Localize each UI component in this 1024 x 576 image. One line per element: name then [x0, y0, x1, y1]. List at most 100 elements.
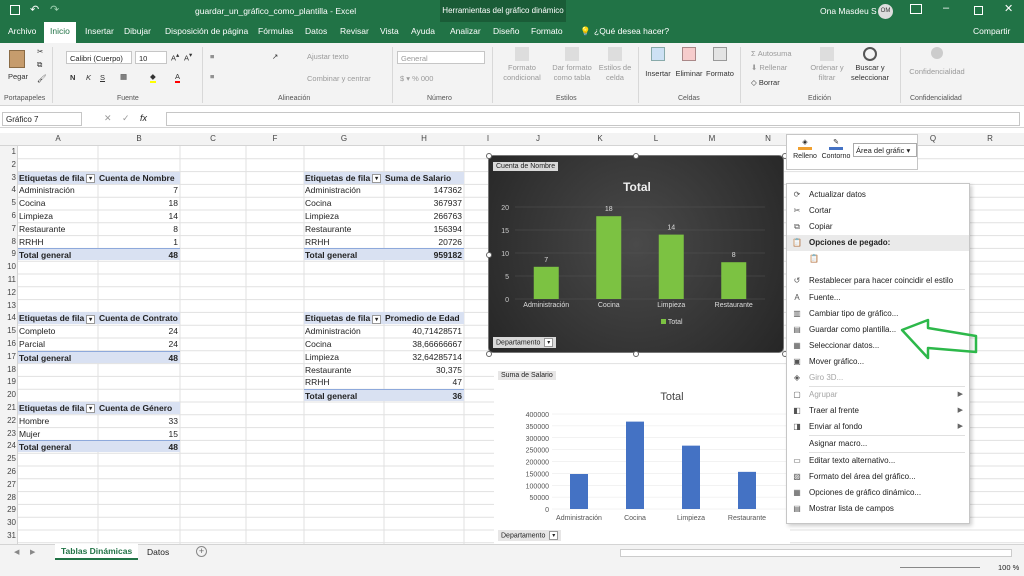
column-header[interactable]: B	[98, 134, 180, 143]
row-header[interactable]: 30	[0, 518, 18, 527]
row-header[interactable]: 4	[0, 185, 18, 194]
filter-dropdown-icon[interactable]: ▾	[372, 314, 382, 324]
row-header[interactable]: 20	[0, 390, 18, 399]
row-header[interactable]: 3	[0, 173, 18, 182]
align-top-icon[interactable]: ≡	[210, 52, 214, 61]
row-header[interactable]: 9	[0, 249, 18, 258]
bar[interactable]	[626, 421, 644, 509]
paste-icon[interactable]	[9, 50, 25, 68]
axis-button-departamento[interactable]: Departamento ▾	[493, 337, 557, 348]
undo-icon[interactable]: ↶	[30, 3, 39, 16]
menu-item-clipboard[interactable]: 📋	[787, 251, 969, 273]
conditional-format-button[interactable]: Formato condicional	[498, 47, 546, 83]
menu-item-alt-text[interactable]: ▭ Editar texto alternativo...	[787, 453, 969, 469]
menu-item-paste[interactable]: 📋 Opciones de pegado:	[787, 235, 969, 251]
bold-button[interactable]: N	[70, 73, 75, 82]
row-header[interactable]: 11	[0, 275, 18, 284]
menu-item-rotate[interactable]: ◈ Giro 3D...	[787, 370, 969, 386]
row-header[interactable]: 8	[0, 237, 18, 246]
bar[interactable]	[596, 216, 622, 299]
column-header[interactable]: C	[180, 134, 246, 143]
outline-button[interactable]: ✎ Contorno	[820, 138, 852, 160]
tab-diseno[interactable]: Diseño	[493, 26, 519, 36]
tab-insertar[interactable]: Insertar	[85, 26, 114, 36]
bar[interactable]	[658, 234, 684, 299]
add-sheet-icon[interactable]: +	[196, 546, 207, 557]
menu-item-cut[interactable]: ✂ Cortar	[787, 203, 969, 219]
prev-sheet-icon[interactable]: ◀	[14, 548, 19, 556]
horizontal-scrollbar[interactable]	[620, 549, 1012, 557]
shrink-font-icon[interactable]: A▾	[184, 52, 192, 63]
delete-cells-button[interactable]: Eliminar	[673, 47, 705, 78]
row-header[interactable]: 21	[0, 403, 18, 412]
row-header[interactable]: 29	[0, 505, 18, 514]
sheet-tab[interactable]: Datos	[147, 547, 169, 557]
table-format-button[interactable]: Dar formato como tabla	[548, 47, 596, 83]
tab-archivo[interactable]: Archivo	[8, 26, 36, 36]
ribbon-display-icon[interactable]	[910, 4, 922, 14]
save-icon[interactable]	[10, 5, 20, 15]
column-header[interactable]: N	[760, 134, 776, 143]
italic-button[interactable]: K	[86, 73, 91, 82]
zoom-slider[interactable]	[900, 567, 980, 568]
align-left-icon[interactable]: ≡	[210, 72, 214, 81]
row-header[interactable]: 1	[0, 147, 18, 156]
chart-element-select[interactable]: Área del gráfic ▾	[853, 143, 917, 157]
fill-color-icon[interactable]: ◆	[150, 72, 156, 83]
row-header[interactable]: 26	[0, 467, 18, 476]
menu-item-group[interactable]: ▢ Agrupar ▶	[787, 387, 969, 403]
column-header[interactable]: A	[18, 134, 98, 143]
menu-item-copy[interactable]: ⧉ Copiar	[787, 219, 969, 235]
menu-item-pivot-options[interactable]: ▦ Opciones de gráfico dinámico...	[787, 485, 969, 501]
menu-item-field-list[interactable]: ▤ Mostrar lista de campos	[787, 501, 969, 517]
bar[interactable]	[738, 471, 756, 509]
row-header[interactable]: 10	[0, 262, 18, 271]
bar[interactable]	[570, 474, 588, 509]
tell-me-search[interactable]: ¿Qué desea hacer?	[594, 26, 669, 36]
menu-item-macro[interactable]: Asignar macro...	[787, 436, 969, 452]
format-cells-button[interactable]: Formato	[704, 47, 736, 78]
row-header[interactable]: 12	[0, 288, 18, 297]
axis-button-departamento-2[interactable]: Departamento ▾	[498, 530, 562, 541]
menu-item-format-area[interactable]: ▨ Formato del área del gráfico...	[787, 469, 969, 485]
row-header[interactable]: 31	[0, 531, 18, 540]
tab-ayuda[interactable]: Ayuda	[411, 26, 435, 36]
menu-item-front[interactable]: ◧ Traer al frente ▶	[787, 403, 969, 419]
fill-button[interactable]: ◈ Relleno	[790, 138, 820, 160]
tab-formulas[interactable]: Fórmulas	[258, 26, 293, 36]
format-painter-icon[interactable]: 🖌	[37, 74, 47, 83]
resize-handle[interactable]	[486, 153, 492, 159]
tab-analizar[interactable]: Analizar	[450, 26, 481, 36]
menu-item-refresh[interactable]: ⟳ Actualizar datos	[787, 187, 969, 203]
insert-cells-button[interactable]: Insertar	[643, 47, 673, 78]
fill-button[interactable]: ⬇ Rellenar	[751, 63, 787, 72]
font-color-icon[interactable]: A	[175, 72, 181, 83]
row-header[interactable]: 14	[0, 313, 18, 322]
font-size-select[interactable]: 10	[135, 51, 167, 64]
row-header[interactable]: 19	[0, 377, 18, 386]
cancel-icon[interactable]: ✕	[104, 113, 112, 124]
resize-handle[interactable]	[486, 351, 492, 357]
column-header[interactable]: G	[304, 134, 384, 143]
share-button[interactable]: Compartir	[973, 26, 1010, 36]
cut-icon[interactable]: ✂	[37, 47, 43, 56]
row-header[interactable]: 27	[0, 480, 18, 489]
currency-icon[interactable]: $ ▾ % 000	[400, 74, 433, 83]
minimize-icon[interactable]: –	[943, 2, 949, 14]
sort-filter-button[interactable]: Ordenar y filtrar	[807, 47, 847, 83]
row-header[interactable]: 18	[0, 365, 18, 374]
enter-icon[interactable]: ✓	[122, 113, 130, 124]
row-header[interactable]: 6	[0, 211, 18, 220]
borders-icon[interactable]: ▦	[120, 72, 127, 81]
paste-button[interactable]: Pegar	[8, 72, 28, 81]
number-format-select[interactable]: General	[397, 51, 485, 64]
chart-cuenta-nombre[interactable]: Cuenta de Nombre Total 0 5 10 15 20 7 Administ…	[488, 155, 784, 353]
tab-disposicion[interactable]: Disposición de página	[165, 26, 248, 36]
resize-handle[interactable]	[633, 153, 639, 159]
font-name-select[interactable]: Calibri (Cuerpo)	[66, 51, 132, 64]
redo-icon[interactable]: ↷	[50, 3, 59, 16]
column-header[interactable]: L	[648, 134, 664, 143]
menu-item-back[interactable]: ◨ Enviar al fondo ▶	[787, 419, 969, 435]
row-header[interactable]: 23	[0, 429, 18, 438]
row-header[interactable]: 2	[0, 160, 18, 169]
